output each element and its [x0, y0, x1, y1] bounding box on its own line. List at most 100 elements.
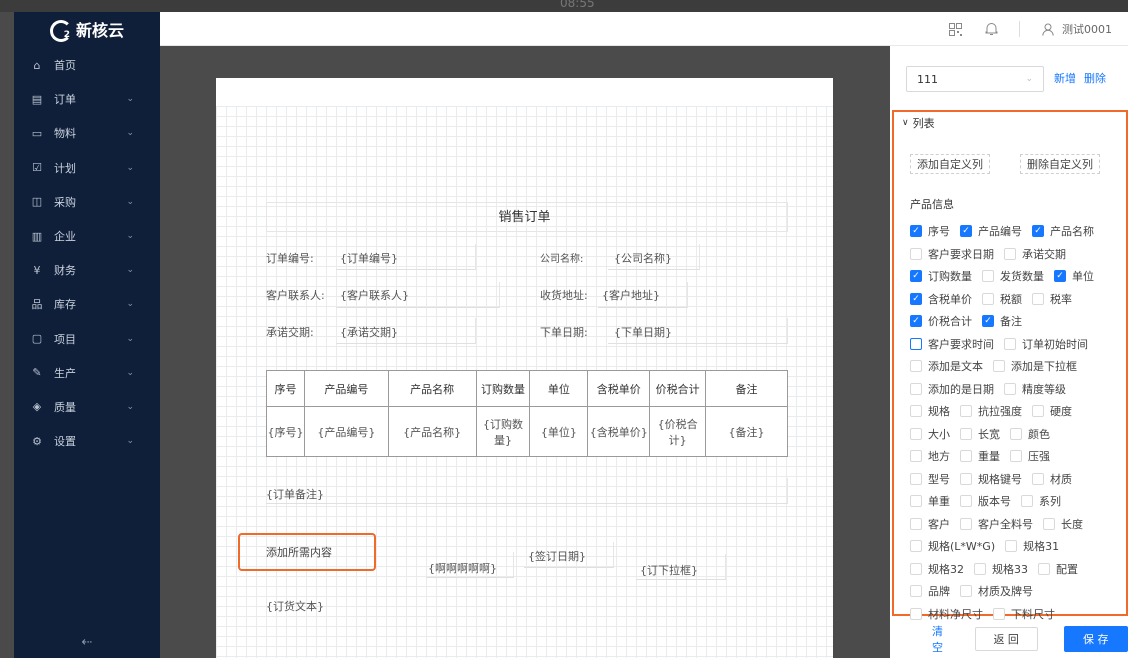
- column-checkbox[interactable]: 添加的是日期: [910, 381, 994, 397]
- column-checkbox[interactable]: 规格: [910, 403, 950, 419]
- delete-template-link[interactable]: 删除: [1084, 66, 1106, 92]
- column-checkbox[interactable]: 发货数量: [982, 268, 1044, 284]
- template-select[interactable]: 111 ⌄: [906, 66, 1044, 92]
- list-section-header[interactable]: ∨ 列表: [894, 112, 1126, 134]
- promise-label[interactable]: 承诺交期:: [266, 324, 314, 340]
- table-cell[interactable]: {订购数量}: [475, 406, 531, 457]
- table-cell[interactable]: {价税合计}: [649, 406, 707, 457]
- column-checkbox[interactable]: 税率: [1032, 291, 1072, 307]
- column-checkbox[interactable]: 订单初始时间: [1004, 336, 1088, 352]
- column-checkbox[interactable]: 大小: [910, 426, 950, 442]
- save-button[interactable]: 保 存: [1063, 626, 1128, 652]
- column-checkbox[interactable]: 重量: [960, 448, 1000, 464]
- column-checkbox[interactable]: ✓ 单位: [1054, 268, 1094, 284]
- column-checkbox[interactable]: 规格33: [974, 561, 1028, 577]
- order-text-field[interactable]: {订货文本}: [266, 598, 324, 614]
- sidebar-item[interactable]: ⌂ 首页: [14, 48, 160, 82]
- sidebar-item[interactable]: ¥ 财务 ⌄: [14, 253, 160, 287]
- order-note-field[interactable]: {订单备注}: [266, 486, 324, 502]
- add-template-link[interactable]: 新增: [1054, 66, 1076, 92]
- order-note-cell[interactable]: [266, 478, 788, 504]
- table-cell[interactable]: {含税单价}: [587, 406, 651, 457]
- column-checkbox[interactable]: ✓ 备注: [982, 313, 1022, 329]
- column-checkbox[interactable]: ✓ 产品编号: [960, 223, 1022, 239]
- company-value[interactable]: {公司名称}: [614, 250, 672, 266]
- sidebar-item[interactable]: ◈ 质量 ⌄: [14, 390, 160, 424]
- column-checkbox[interactable]: 规格31: [1005, 538, 1059, 554]
- column-checkbox[interactable]: 客户要求时间: [910, 336, 994, 352]
- sidebar-item[interactable]: ⚙ 设置 ⌄: [14, 424, 160, 458]
- column-checkbox[interactable]: 单重: [910, 493, 950, 509]
- user-menu[interactable]: 测试0001: [1040, 21, 1112, 37]
- column-checkbox[interactable]: 压强: [1010, 448, 1050, 464]
- aaa-field[interactable]: {啊啊啊啊啊}: [428, 560, 497, 576]
- sidebar-item[interactable]: ▢ 项目 ⌄: [14, 322, 160, 356]
- product-table[interactable]: 序号 产品编号 产品名称 订购数量 单位 含税单价 价税合计 备注 {序号} {…: [266, 370, 788, 457]
- table-header-cell[interactable]: 含税单价: [587, 370, 651, 407]
- contact-value[interactable]: {客户联系人}: [340, 287, 409, 303]
- column-checkbox[interactable]: 型号: [910, 471, 950, 487]
- column-checkbox[interactable]: 材质及牌号: [960, 583, 1033, 599]
- column-checkbox[interactable]: 系列: [1021, 493, 1061, 509]
- back-button[interactable]: 返 回: [974, 627, 1038, 651]
- column-checkbox[interactable]: ✓ 产品名称: [1032, 223, 1094, 239]
- table-cell[interactable]: {单位}: [529, 406, 589, 457]
- column-checkbox[interactable]: 承诺交期: [1004, 246, 1066, 262]
- column-checkbox[interactable]: 精度等级: [1004, 381, 1066, 397]
- address-label[interactable]: 收货地址:: [540, 287, 588, 303]
- column-checkbox[interactable]: 品牌: [910, 583, 950, 599]
- contact-label[interactable]: 客户联系人:: [266, 287, 325, 303]
- sign-date-field[interactable]: {签订日期}: [528, 548, 586, 564]
- sidebar-item[interactable]: ▥ 企业 ⌄: [14, 219, 160, 253]
- column-checkbox[interactable]: 税额: [982, 291, 1022, 307]
- address-value[interactable]: {客户地址}: [602, 287, 660, 303]
- column-checkbox[interactable]: 抗拉强度: [960, 403, 1022, 419]
- table-header-cell[interactable]: 单位: [529, 370, 589, 407]
- column-checkbox[interactable]: ✓ 含税单价: [910, 291, 972, 307]
- column-checkbox[interactable]: ✓ 序号: [910, 223, 950, 239]
- document-title[interactable]: 销售订单: [216, 206, 833, 225]
- table-cell[interactable]: {产品名称}: [387, 406, 477, 457]
- table-header-cell[interactable]: 价税合计: [649, 370, 707, 407]
- column-checkbox[interactable]: 添加是下拉框: [993, 358, 1077, 374]
- app-logo[interactable]: 2 新核云: [14, 12, 160, 46]
- order-date-label[interactable]: 下单日期:: [540, 324, 588, 340]
- column-checkbox[interactable]: 规格32: [910, 561, 964, 577]
- sidebar-item[interactable]: ▭ 物料 ⌄: [14, 116, 160, 150]
- column-checkbox[interactable]: ✓ 订购数量: [910, 268, 972, 284]
- company-label[interactable]: 公司名称:: [540, 250, 583, 265]
- sidebar-item[interactable]: ▤ 订单 ⌄: [14, 82, 160, 116]
- sidebar-item[interactable]: 品库存 ⌄: [14, 287, 160, 321]
- column-checkbox[interactable]: 配置: [1038, 561, 1078, 577]
- order-no-label[interactable]: 订单编号:: [266, 250, 314, 266]
- clear-button[interactable]: 清空: [932, 623, 953, 655]
- column-checkbox[interactable]: 规格键号: [960, 471, 1022, 487]
- order-date-value[interactable]: {下单日期}: [614, 324, 672, 340]
- table-header-cell[interactable]: 产品名称: [387, 370, 477, 407]
- column-checkbox[interactable]: ✓ 价税合计: [910, 313, 972, 329]
- column-checkbox[interactable]: 客户: [910, 516, 950, 532]
- promise-value[interactable]: {承诺交期}: [340, 324, 398, 340]
- table-cell[interactable]: {产品编号}: [303, 406, 389, 457]
- column-checkbox[interactable]: 客户要求日期: [910, 246, 994, 262]
- table-cell[interactable]: {备注}: [705, 406, 788, 457]
- table-header-cell[interactable]: 订购数量: [475, 370, 531, 407]
- column-checkbox[interactable]: 材质: [1032, 471, 1072, 487]
- add-custom-column-button[interactable]: 添加自定义列: [910, 154, 990, 174]
- sidebar-item[interactable]: ✎ 生产 ⌄: [14, 356, 160, 390]
- column-checkbox[interactable]: 规格(L*W*G): [910, 538, 995, 554]
- order-no-value[interactable]: {订单编号}: [340, 250, 398, 266]
- column-checkbox[interactable]: 颜色: [1010, 426, 1050, 442]
- table-header-cell[interactable]: 产品编号: [303, 370, 389, 407]
- collapse-sidebar-icon[interactable]: ⇠: [14, 635, 160, 650]
- qrcode-icon[interactable]: [947, 21, 963, 37]
- column-checkbox[interactable]: 长宽: [960, 426, 1000, 442]
- column-checkbox[interactable]: 添加是文本: [910, 358, 983, 374]
- table-cell[interactable]: {序号}: [266, 406, 305, 457]
- column-checkbox[interactable]: 客户全料号: [960, 516, 1033, 532]
- table-header-cell[interactable]: 备注: [705, 370, 788, 407]
- column-checkbox[interactable]: 硬度: [1032, 403, 1072, 419]
- sidebar-item[interactable]: ◫ 采购 ⌄: [14, 185, 160, 219]
- table-header-cell[interactable]: 序号: [266, 370, 305, 407]
- delete-custom-column-button[interactable]: 删除自定义列: [1020, 154, 1100, 174]
